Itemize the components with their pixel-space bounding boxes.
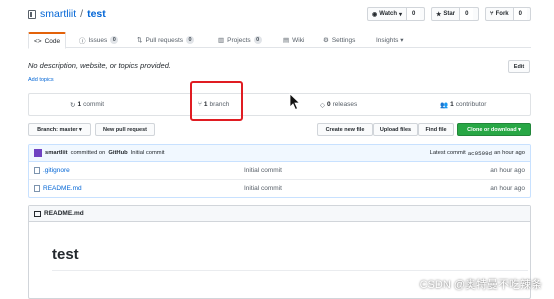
tab-issues[interactable]: ⓘ Issues 0: [79, 32, 119, 48]
commits-label: commit: [83, 101, 105, 108]
book-icon: ▤: [283, 37, 290, 44]
tab-insights[interactable]: Insights ▾: [376, 32, 403, 48]
fork-label: Fork: [495, 11, 509, 17]
file-commit-message[interactable]: Initial commit: [244, 162, 282, 179]
contributors-count: 1: [450, 101, 454, 108]
readme-heading-divider: [52, 270, 528, 271]
code-icon: <>: [34, 37, 42, 45]
releases-count: 0: [327, 101, 331, 108]
avatar[interactable]: [34, 149, 42, 157]
latest-commit-bar: smartliit committed on GitHub Initial co…: [29, 145, 530, 162]
file-icon: [34, 167, 40, 174]
repo-description: No description, website, or topics provi…: [28, 61, 171, 70]
commit-time: an hour ago: [494, 149, 525, 156]
file-age: an hour ago: [490, 167, 525, 174]
tab-settings[interactable]: ⚙ Settings: [323, 32, 355, 48]
file-link[interactable]: README.md: [43, 185, 82, 192]
commits-link[interactable]: ↻ 1 commit: [70, 94, 104, 115]
new-pull-request-button[interactable]: New pull request: [95, 123, 155, 136]
history-icon: ↻: [70, 101, 76, 109]
tab-projects-count: 0: [253, 36, 262, 44]
fork-count[interactable]: 0: [512, 8, 527, 20]
star-button[interactable]: ★ Star 0: [431, 7, 479, 21]
tab-code-label: Code: [44, 37, 61, 45]
star-count[interactable]: 0: [459, 8, 474, 20]
issue-icon: ⓘ: [79, 38, 86, 45]
commit-sha-link[interactable]: ac0599d: [468, 150, 492, 157]
annotation-highlight-box: [190, 81, 243, 121]
tab-projects[interactable]: ▥ Projects 0: [218, 32, 262, 48]
contributors-label: contributor: [455, 101, 487, 108]
tab-settings-label: Settings: [331, 36, 356, 44]
latest-commit-label: Latest commit: [429, 149, 466, 156]
star-label: Star: [443, 11, 456, 17]
people-icon: 👥: [440, 101, 449, 109]
find-file-button[interactable]: Find file: [418, 123, 454, 136]
commits-count: 1: [77, 101, 82, 108]
repo-separator: /: [80, 8, 84, 20]
tab-pull-requests-label: Pull requests: [145, 36, 184, 44]
file-commit-message[interactable]: Initial commit: [244, 180, 282, 197]
repo-title: smartliit / test: [28, 8, 106, 20]
create-new-file-button[interactable]: Create new file: [317, 123, 373, 136]
pull-request-icon: ⇅: [137, 37, 143, 44]
commit-author[interactable]: smartliit: [45, 150, 68, 156]
watch-button[interactable]: ◉ Watch ▾ 0: [367, 7, 425, 21]
commit-message[interactable]: Initial commit: [131, 150, 165, 156]
contributors-link[interactable]: 👥 1 contributor: [440, 94, 486, 115]
file-link[interactable]: .gitignore: [43, 167, 70, 174]
chevron-down-icon: ▾: [399, 11, 403, 18]
table-row: .gitignore Initial commit an hour ago: [29, 162, 530, 180]
fork-icon: ⑂: [490, 11, 494, 17]
tab-issues-count: 0: [110, 36, 119, 44]
upload-files-button[interactable]: Upload files: [373, 123, 418, 136]
latest-commit-info: Latest commit ac0599d an hour ago: [430, 150, 525, 157]
releases-link[interactable]: ◇ 0 releases: [320, 94, 357, 115]
tab-wiki-label: Wiki: [292, 36, 305, 44]
watermark-text: CSDN @奥特曼不吃辣条: [419, 279, 542, 291]
watch-label: Watch: [379, 11, 398, 17]
readme-heading: test: [52, 246, 79, 263]
readme-title: README.md: [44, 210, 84, 217]
tab-pull-requests[interactable]: ⇅ Pull requests 0: [137, 32, 195, 48]
file-icon: [34, 184, 40, 192]
file-age: an hour ago: [490, 184, 525, 192]
branch-select[interactable]: Branch: master ▾: [28, 123, 91, 136]
add-topics-link[interactable]: Add topics: [28, 77, 54, 83]
book-icon: [34, 210, 41, 217]
file-table: smartliit committed on GitHub Initial co…: [28, 144, 531, 198]
repo-name-link[interactable]: test: [87, 8, 106, 20]
file-name-cell: .gitignore: [34, 162, 70, 179]
fork-button[interactable]: ⑂ Fork 0: [485, 7, 531, 21]
tab-code[interactable]: <> Code: [28, 32, 67, 49]
repo-icon: [28, 9, 36, 19]
project-icon: ▥: [218, 37, 225, 44]
edit-button[interactable]: Edit: [508, 60, 530, 73]
releases-label: releases: [332, 101, 358, 108]
tab-issues-label: Issues: [88, 36, 108, 44]
file-name-cell: README.md: [34, 180, 82, 197]
tab-pull-requests-count: 0: [186, 36, 195, 44]
readme-header: README.md: [29, 206, 530, 222]
eye-icon: ◉: [372, 11, 378, 18]
watch-count[interactable]: 0: [406, 8, 421, 20]
gear-icon: ⚙: [323, 37, 329, 44]
mouse-cursor-icon: [289, 93, 301, 111]
commit-text: committed on: [70, 150, 106, 156]
numbers-summary: ↻ 1 commit ⑂ 1 branch ◇ 0 releases 👥 1 contribut…: [28, 93, 531, 116]
commit-via: GitHub: [108, 150, 128, 156]
clone-or-download-button[interactable]: Clone or download ▾: [457, 123, 531, 136]
tab-projects-label: Projects: [227, 36, 251, 44]
tab-insights-label: Insights ▾: [376, 37, 404, 44]
star-icon: ★: [436, 11, 442, 18]
table-row: README.md Initial commit an hour ago: [29, 180, 530, 198]
repo-owner-link[interactable]: smartliit: [40, 8, 76, 20]
repo-nav-tabs: <> Code ⓘ Issues 0 ⇅ Pull requests 0 ▥ Project…: [28, 32, 531, 49]
tag-icon: ◇: [320, 101, 325, 109]
tab-wiki[interactable]: ▤ Wiki: [283, 32, 304, 48]
